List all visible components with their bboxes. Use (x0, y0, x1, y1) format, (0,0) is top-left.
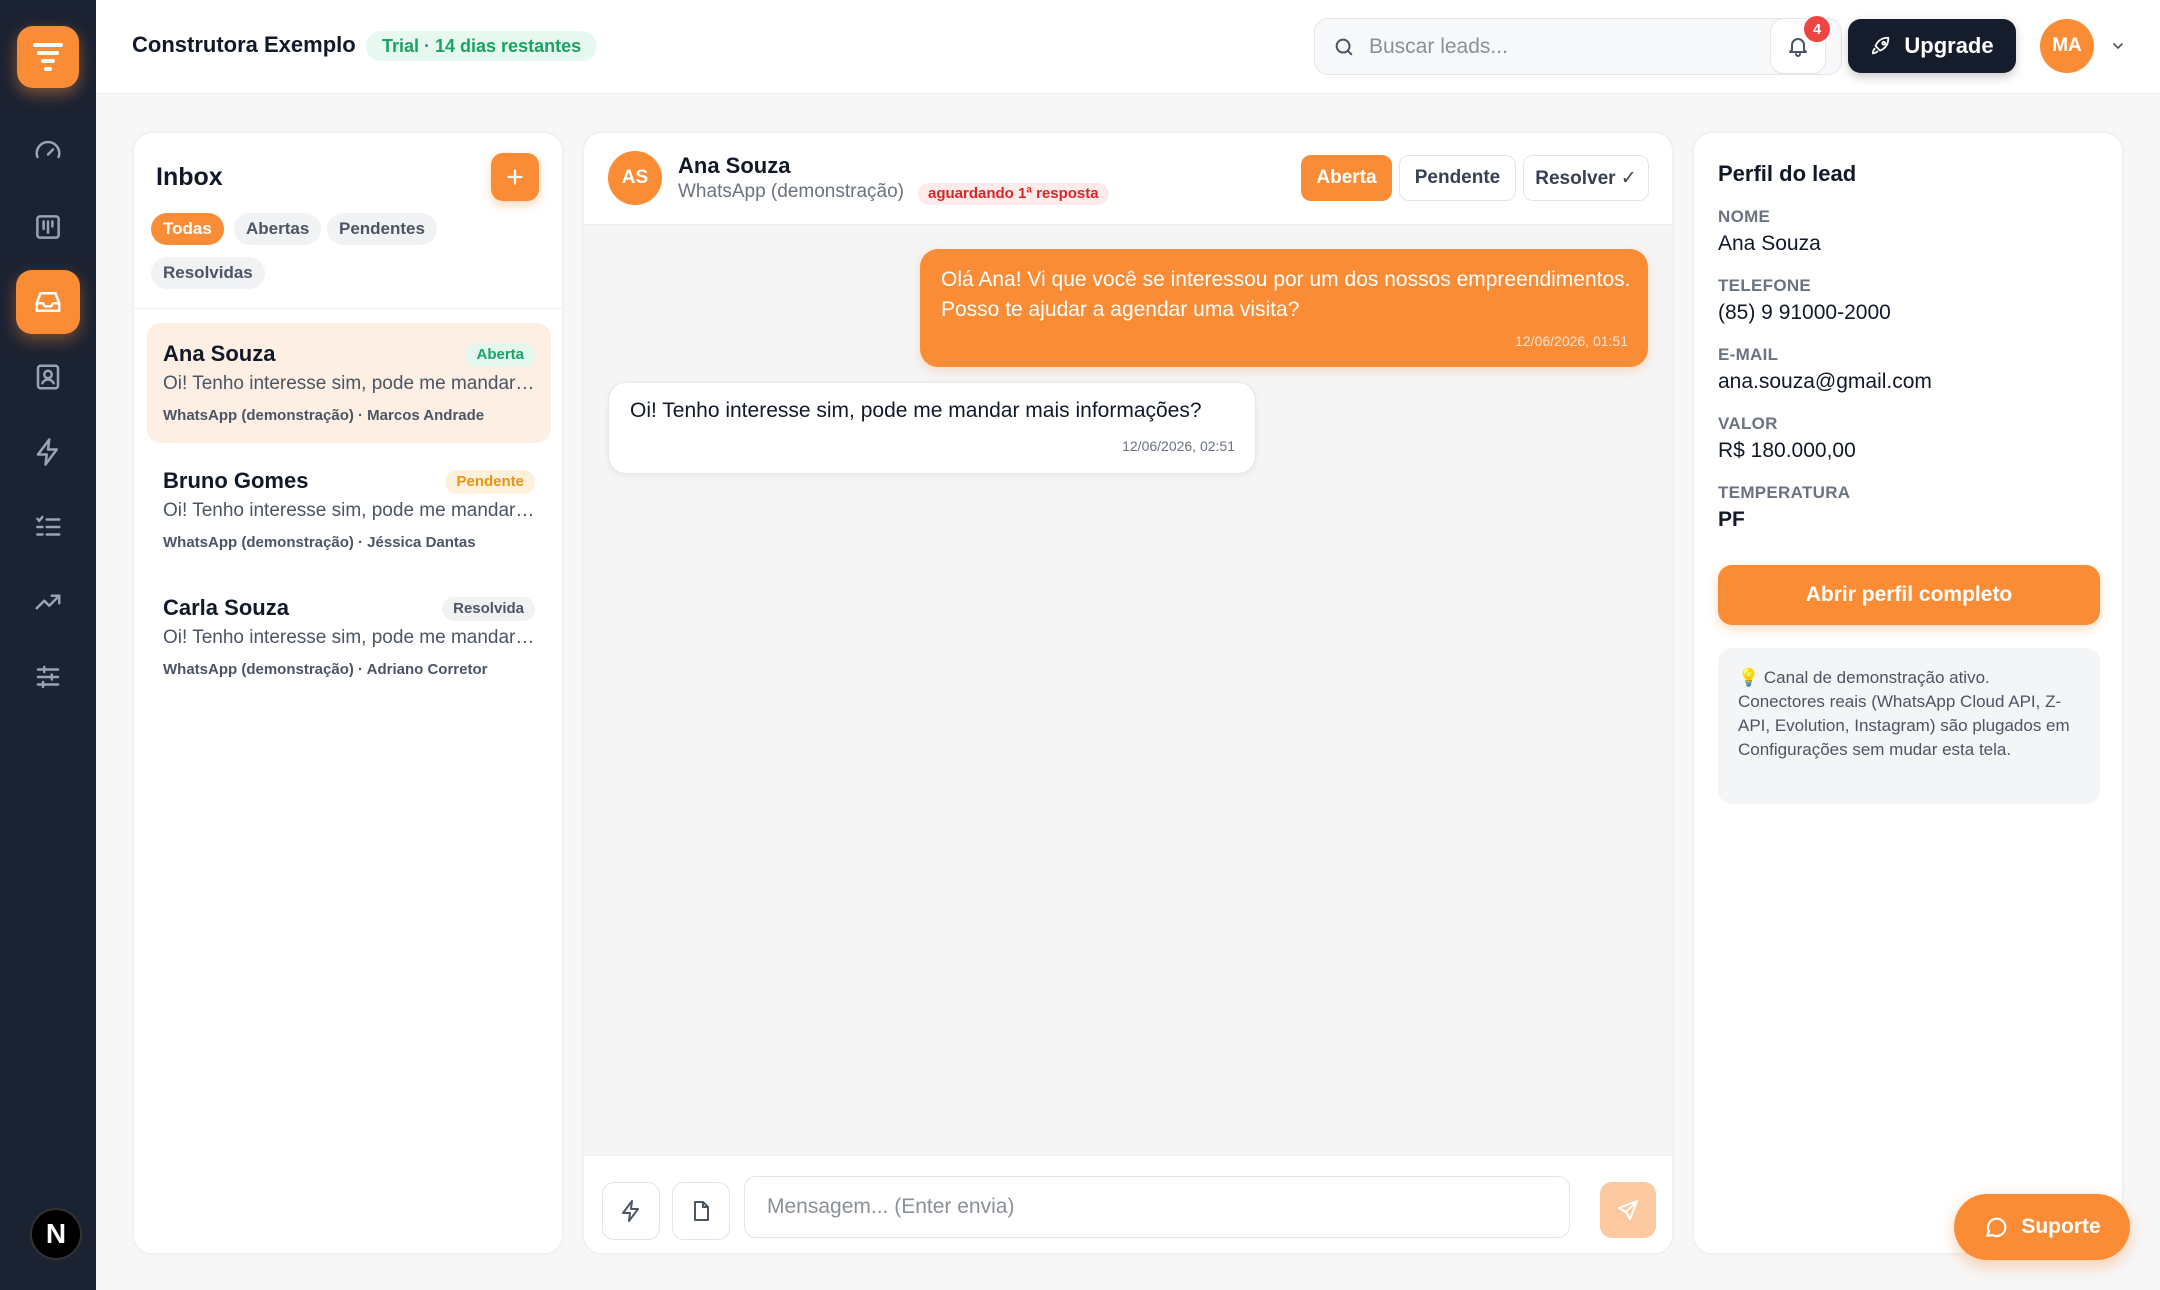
kanban-icon (33, 212, 63, 242)
nav-automations[interactable] (16, 420, 80, 484)
trial-badge: Trial · 14 dias restantes (366, 31, 598, 61)
conversation-meta: WhatsApp (demonstração) · Adriano Corret… (163, 661, 488, 678)
support-button[interactable]: Suporte (1954, 1194, 2130, 1260)
demo-channel-note: 💡 Canal de demonstração ativo. Conectore… (1718, 648, 2100, 804)
nav-dashboard[interactable] (16, 120, 80, 184)
status-badge: Aberta (465, 343, 535, 367)
quick-reply-button[interactable] (602, 1182, 660, 1240)
search-input[interactable] (1369, 19, 1829, 74)
nav-tasks[interactable] (16, 495, 80, 559)
field-label: TELEFONE (1718, 276, 1812, 295)
conversation-preview: Oi! Tenho interesse sim, pode me mandar … (163, 500, 535, 521)
status-badge: Pendente (445, 470, 535, 494)
inbox-title: Inbox (156, 163, 223, 191)
attach-file-button[interactable] (672, 1182, 730, 1240)
message-text: Olá Ana! Vi que você se interessou por u… (941, 268, 1631, 321)
chat-bubble-icon (1983, 1214, 2009, 1240)
conversation-preview: Oi! Tenho interesse sim, pode me mandar … (163, 373, 535, 394)
conversation-meta: WhatsApp (demonstração) · Jéssica Dantas (163, 534, 476, 551)
filter-todas[interactable]: Todas (151, 213, 224, 245)
funnel-logo-icon[interactable] (17, 26, 79, 88)
status-pendente-button[interactable]: Pendente (1399, 155, 1516, 201)
field-label: NOME (1718, 207, 1771, 226)
n-logo-badge[interactable]: N (30, 1208, 82, 1260)
plus-icon (504, 166, 526, 188)
note-text: Canal de demonstração ativo. Conectores … (1738, 668, 2070, 759)
support-label: Suporte (2021, 1215, 2101, 1238)
lightning-icon (619, 1199, 643, 1223)
send-button[interactable] (1600, 1182, 1656, 1238)
field-label: TEMPERATURA (1718, 483, 1851, 502)
field-label: E-MAIL (1718, 345, 1779, 364)
status-badge: Resolvida (442, 597, 535, 621)
contact-channel: WhatsApp (demonstração) (678, 181, 904, 202)
message-text: Oi! Tenho interesse sim, pode me mandar … (630, 399, 1202, 422)
contact-name: Ana Souza (678, 153, 791, 178)
filter-resolvidas[interactable]: Resolvidas (151, 257, 265, 289)
lead-profile-panel: Perfil do lead NOME Ana Souza TELEFONE (… (1692, 131, 2124, 1255)
conversation-item[interactable]: Bruno Gomes Pendente Oi! Tenho interesse… (147, 450, 551, 570)
search-box[interactable] (1314, 18, 1842, 75)
conversation-item[interactable]: Carla Souza Resolvida Oi! Tenho interess… (147, 577, 551, 697)
trending-up-icon (33, 587, 63, 617)
notification-count-badge: 4 (1802, 14, 1832, 44)
upgrade-label: Upgrade (1904, 33, 1994, 58)
message-time: 12/06/2026, 01:51 (1515, 333, 1628, 349)
message-outgoing: Olá Ana! Vi que você se interessou por u… (920, 249, 1648, 367)
inbox-icon (33, 287, 63, 317)
user-avatar[interactable]: MA (2040, 19, 2094, 73)
resolve-button[interactable]: Resolver ✓ (1523, 155, 1649, 201)
upgrade-button[interactable]: Upgrade (1848, 19, 2016, 73)
top-header: Construtora Exemplo Trial · 14 dias rest… (96, 0, 2160, 94)
filter-pendentes[interactable]: Pendentes (327, 213, 437, 245)
chat-header: AS Ana Souza WhatsApp (demonstração) agu… (584, 133, 1672, 225)
sliders-icon (33, 662, 63, 692)
field-value-name: Ana Souza (1718, 232, 1821, 255)
rocket-icon (1870, 35, 1892, 57)
new-conversation-button[interactable] (491, 153, 539, 201)
gauge-icon (33, 137, 63, 167)
conversation-name: Carla Souza (163, 595, 289, 620)
send-icon (1616, 1198, 1640, 1222)
lightbulb-icon: 💡 (1738, 668, 1760, 687)
file-icon (689, 1199, 713, 1223)
field-value-temperature: PF (1718, 508, 1745, 531)
field-value-value: R$ 180.000,00 (1718, 439, 1856, 462)
nav-pipeline[interactable] (16, 195, 80, 259)
nav-inbox[interactable] (16, 270, 80, 334)
contact-avatar: AS (608, 151, 662, 205)
conversation-preview: Oi! Tenho interesse sim, pode me mandar … (163, 627, 535, 648)
checklist-icon (33, 512, 63, 542)
status-aberta-button[interactable]: Aberta (1301, 155, 1392, 201)
message-input[interactable] (744, 1176, 1570, 1238)
message-composer (584, 1155, 1672, 1253)
profile-title: Perfil do lead (1718, 161, 1857, 186)
field-label: VALOR (1718, 414, 1778, 433)
lightning-icon (33, 437, 63, 467)
conversation-name: Bruno Gomes (163, 468, 309, 493)
contacts-icon (33, 362, 63, 392)
chevron-down-icon[interactable] (2110, 38, 2126, 54)
divider (134, 308, 562, 309)
nav-settings[interactable] (16, 645, 80, 709)
inbox-panel: Inbox Todas Abertas Pendentes Resolvidas… (132, 131, 564, 1255)
nav-contacts[interactable] (16, 345, 80, 409)
message-time: 12/06/2026, 02:51 (1122, 438, 1235, 454)
chat-panel: AS Ana Souza WhatsApp (demonstração) agu… (582, 131, 1674, 1255)
field-value-phone: (85) 9 91000-2000 (1718, 301, 1891, 324)
field-value-email: ana.souza@gmail.com (1718, 370, 1932, 393)
awaiting-response-badge: aguardando 1ª resposta (918, 183, 1109, 205)
filter-abertas[interactable]: Abertas (234, 213, 322, 245)
conversation-meta: WhatsApp (demonstração) · Marcos Andrade (163, 407, 485, 424)
conversation-name: Ana Souza (163, 341, 276, 366)
conversation-item[interactable]: Ana Souza Aberta Oi! Tenho interesse sim… (147, 323, 551, 443)
sidebar: N (0, 0, 96, 1290)
message-list[interactable]: Olá Ana! Vi que você se interessou por u… (584, 225, 1672, 1155)
open-full-profile-button[interactable]: Abrir perfil completo (1718, 565, 2100, 625)
message-incoming: Oi! Tenho interesse sim, pode me mandar … (608, 382, 1256, 474)
company-name: Construtora Exemplo (132, 32, 356, 57)
nav-reports[interactable] (16, 570, 80, 634)
